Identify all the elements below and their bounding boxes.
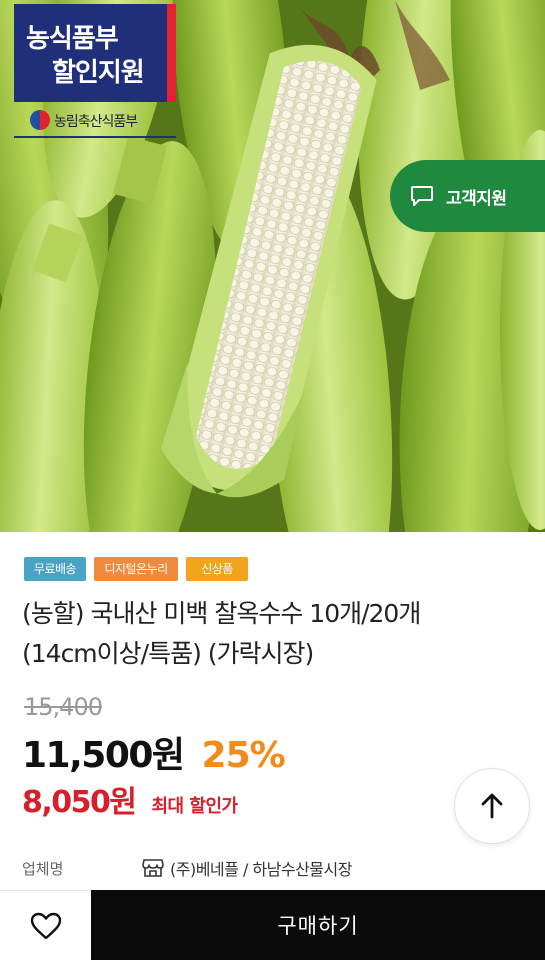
ministry-label: 농림축산식품부: [14, 104, 176, 138]
seller-info: 업체명 (주)베네플 / 하남수산물시장: [22, 853, 522, 883]
ministry-underline: [14, 136, 176, 138]
government-emblem-icon: [30, 110, 50, 130]
ministry-name: 농림축산식품부: [54, 114, 138, 130]
product-title-line1: (농할) 국내산 미백 찰옥수수 10개/20개: [22, 599, 421, 628]
max-discount-price: 8,050원: [22, 785, 137, 820]
product-title: (농할) 국내산 미백 찰옥수수 10개/20개 (14cm이상/특품) (가락…: [22, 594, 537, 674]
buy-button[interactable]: 구매하기: [91, 890, 545, 960]
like-button[interactable]: [0, 890, 91, 960]
scroll-to-top-button[interactable]: [454, 768, 530, 844]
max-discount-row: 8,050원 최대 할인가: [22, 777, 238, 821]
tag-free-shipping: 무료배송: [24, 557, 86, 581]
original-price: 15,400: [24, 693, 103, 721]
discount-support-badge: 농식품부 할인지원: [14, 4, 176, 102]
max-discount-label: 최대 할인가: [151, 796, 239, 817]
bottom-action-bar: 구매하기: [0, 890, 545, 960]
customer-support-label: 고객지원: [446, 188, 507, 209]
arrow-up-icon: [481, 793, 503, 819]
chat-icon: [411, 186, 433, 206]
badge-red-strip: [167, 4, 176, 102]
product-title-line2: (14cm이상/특품) (가락시장): [22, 639, 314, 668]
discount-rate: 25%: [201, 735, 286, 776]
store-icon: [142, 859, 164, 877]
badge-line2: 할인지원: [52, 58, 145, 88]
product-tags: 무료배송 디지털온누리 신상품: [24, 557, 248, 581]
tag-digital-onnuri: 디지털온누리: [94, 557, 178, 581]
sale-price: 11,500원: [22, 735, 185, 776]
seller-label: 업체명: [22, 859, 64, 878]
customer-support-button[interactable]: 고객지원: [390, 160, 545, 232]
tag-new-product: 신상품: [186, 557, 248, 581]
product-image: 농식품부 할인지원 농림축산식품부 고객지원: [0, 0, 545, 532]
heart-icon: [30, 912, 61, 939]
sale-price-row: 11,500원 25%: [22, 726, 286, 778]
seller-name[interactable]: (주)베네플 / 하남수산물시장: [170, 856, 352, 880]
badge-line1: 농식품부: [26, 24, 119, 54]
